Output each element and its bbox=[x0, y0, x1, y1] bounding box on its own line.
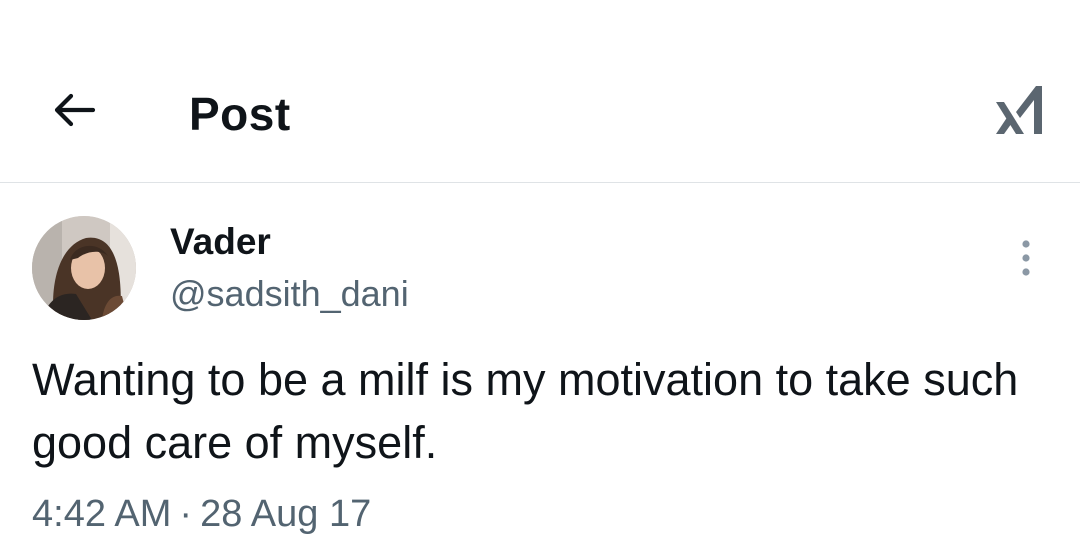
top-app-bar: Post bbox=[0, 0, 1080, 183]
author-handle[interactable]: @sadsith_dani bbox=[170, 272, 409, 316]
grok-icon bbox=[996, 86, 1042, 134]
post-date[interactable]: 28 Aug 17 bbox=[200, 493, 371, 535]
meta-separator: · bbox=[179, 493, 193, 535]
arrow-left-icon bbox=[54, 93, 96, 127]
post-metadata: 4:42 AM · 28 Aug 17 bbox=[32, 490, 371, 538]
more-options-button[interactable] bbox=[1004, 236, 1048, 280]
post-text: Wanting to be a milf is my motivation to… bbox=[32, 354, 1019, 468]
page-title: Post bbox=[189, 88, 291, 140]
post-time[interactable]: 4:42 AM bbox=[32, 493, 171, 535]
post: Vader @sadsith_dani Wanting to be a milf… bbox=[0, 184, 1080, 560]
back-button[interactable] bbox=[48, 84, 100, 136]
author-display-name[interactable]: Vader bbox=[170, 220, 271, 264]
grok-button[interactable] bbox=[986, 78, 1050, 142]
more-vertical-icon bbox=[1022, 240, 1030, 276]
avatar-photo bbox=[32, 216, 136, 320]
avatar[interactable] bbox=[32, 216, 136, 320]
